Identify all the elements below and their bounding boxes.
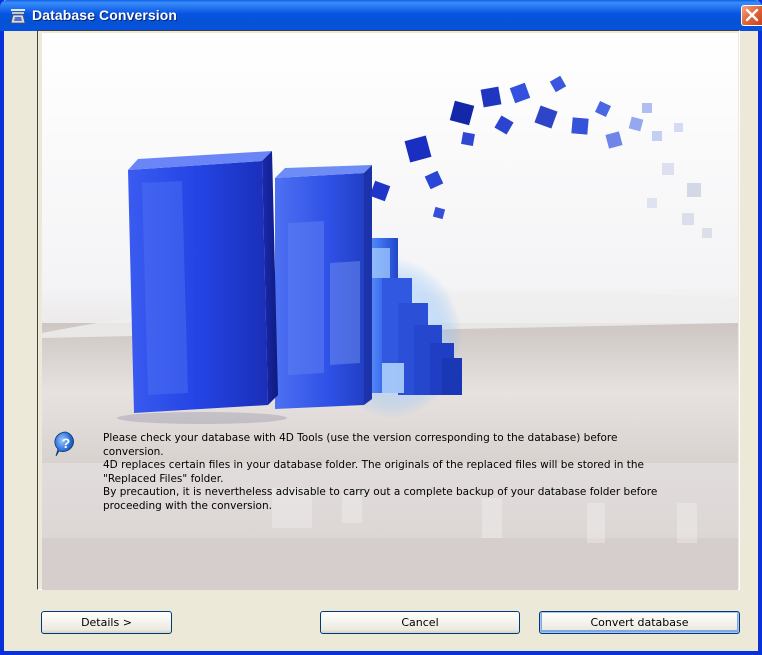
message-line: Please check your database with 4D Tools…	[103, 432, 618, 444]
message-line: proceeding with the conversion.	[103, 499, 272, 512]
message-line: conversion.	[103, 445, 164, 458]
question-icon: ?	[54, 431, 74, 457]
conversion-message: Please check your database with 4D Tools…	[103, 432, 723, 514]
window-title: Database Conversion	[32, 7, 178, 23]
app-icon	[10, 9, 26, 24]
message-line: 4D replaces certain files in your databa…	[103, 459, 644, 472]
message-line: By precaution, it is nevertheless advisa…	[103, 486, 658, 499]
svg-text:?: ?	[62, 435, 71, 451]
close-button[interactable]	[741, 5, 762, 26]
cancel-button[interactable]: Cancel	[320, 611, 520, 634]
convert-database-button[interactable]: Convert database	[539, 611, 740, 634]
message-line: "Replaced Files" folder.	[103, 472, 224, 485]
details-button[interactable]: Details >	[41, 611, 172, 634]
close-icon	[745, 8, 759, 22]
title-bar[interactable]: Database Conversion	[0, 0, 762, 31]
